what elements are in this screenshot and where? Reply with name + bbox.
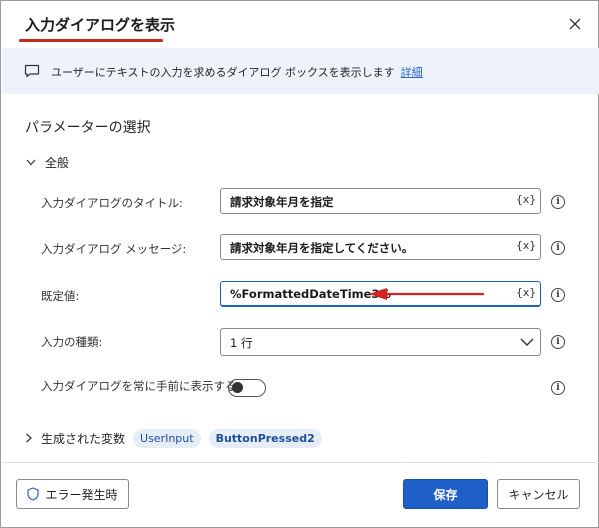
banner-description: ユーザーにテキストの入力を求めるダイアログ ボックスを表示します xyxy=(51,66,395,79)
variable-picker-button[interactable]: {x} xyxy=(516,239,536,252)
info-icon[interactable]: i xyxy=(551,288,565,302)
dialog-window: 入力ダイアログを表示 ユーザーにテキストの入力を求めるダイアログ ボックスを表示… xyxy=(0,0,599,528)
close-button[interactable] xyxy=(563,12,587,36)
close-icon xyxy=(569,18,581,30)
section-title: パラメーターの選択 xyxy=(25,120,151,136)
title-field-value: 請求対象年月を指定 xyxy=(230,195,334,209)
input-type-label: 入力の種類: xyxy=(41,335,103,349)
title-underline-annotation xyxy=(19,39,163,42)
toggle-knob xyxy=(232,382,243,393)
on-error-button[interactable]: エラー発生時 xyxy=(16,479,129,509)
title-field-label: 入力ダイアログのタイトル: xyxy=(41,196,183,210)
shield-icon xyxy=(27,487,40,501)
always-on-top-label: 入力ダイアログを常に手前に表示する: xyxy=(41,379,241,393)
input-type-select[interactable]: 1 行 xyxy=(220,328,541,356)
variable-chip[interactable]: UserInput xyxy=(133,429,201,448)
banner-text: ユーザーにテキストの入力を求めるダイアログ ボックスを表示します 詳細 xyxy=(51,64,423,80)
save-button[interactable]: 保存 xyxy=(403,479,488,509)
info-icon[interactable]: i xyxy=(551,241,565,255)
input-type-value: 1 行 xyxy=(230,336,253,350)
comment-icon xyxy=(24,64,40,78)
always-on-top-toggle[interactable] xyxy=(228,379,266,397)
generated-variables-row: 生成された変数 UserInput ButtonPressed2 xyxy=(25,429,322,448)
message-field[interactable]: 請求対象年月を指定してください。 {x} xyxy=(220,234,541,260)
default-value-label: 既定値: xyxy=(41,289,80,303)
generated-variables-label: 生成された変数 xyxy=(41,432,126,446)
group-label: 全般 xyxy=(45,156,70,170)
footer-divider xyxy=(2,462,599,463)
title-field[interactable]: 請求対象年月を指定 {x} xyxy=(220,188,541,214)
info-icon[interactable]: i xyxy=(551,195,565,209)
message-field-value: 請求対象年月を指定してください。 xyxy=(230,241,414,255)
on-error-label: エラー発生時 xyxy=(45,487,118,502)
annotation-arrow-icon xyxy=(369,288,485,300)
variable-chip[interactable]: ButtonPressed2 xyxy=(208,429,322,448)
variable-picker-button[interactable]: {x} xyxy=(516,193,536,206)
dialog-title: 入力ダイアログを表示 xyxy=(25,16,176,34)
chevron-down-icon xyxy=(520,338,534,346)
chevron-right-icon[interactable] xyxy=(25,432,33,446)
details-link[interactable]: 詳細 xyxy=(401,66,423,79)
group-general-toggle[interactable]: 全般 xyxy=(25,154,69,171)
variable-picker-button[interactable]: {x} xyxy=(516,286,536,299)
info-icon[interactable]: i xyxy=(551,335,565,349)
chevron-down-icon xyxy=(25,157,37,169)
cancel-button[interactable]: キャンセル xyxy=(497,479,580,509)
message-field-label: 入力ダイアログ メッセージ: xyxy=(41,242,187,256)
info-icon[interactable]: i xyxy=(551,381,565,395)
info-banner: ユーザーにテキストの入力を求めるダイアログ ボックスを表示します 詳細 xyxy=(2,48,599,94)
